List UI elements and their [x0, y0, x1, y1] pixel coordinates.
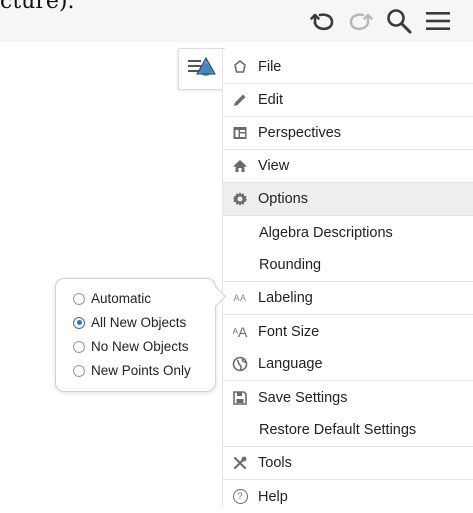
menu-item-edit[interactable]: Edit — [223, 84, 473, 117]
font-size-aa-icon: AA — [232, 323, 248, 340]
undo-icon[interactable] — [307, 6, 337, 36]
menu-item-label: File — [258, 59, 282, 75]
menu-item-label: Algebra Descriptions — [259, 224, 393, 241]
pencil-icon — [229, 90, 251, 110]
menu-item-label: Font Size — [258, 323, 320, 340]
menu-item-tools[interactable]: Tools — [223, 447, 473, 480]
menu-item-label: Edit — [258, 92, 283, 108]
menu-item-labeling[interactable]: AA Labeling — [223, 282, 473, 315]
labeling-popup: Automatic All New Objects No New Objects… — [55, 278, 216, 392]
tools-icon — [229, 453, 251, 473]
menu-item-restore-default-settings[interactable]: Restore Default Settings — [223, 414, 473, 447]
radio-button[interactable] — [73, 292, 85, 305]
view-house-icon — [229, 156, 251, 176]
menu-item-help[interactable]: ? Help — [223, 480, 473, 513]
search-icon[interactable] — [384, 6, 414, 36]
menu-item-language[interactable]: Language — [223, 348, 473, 381]
gear-icon — [229, 189, 251, 209]
radio-label: New Points Only — [91, 363, 191, 378]
menu-item-save-settings[interactable]: Save Settings — [223, 381, 473, 414]
algebra-view-toggle-icon — [186, 55, 218, 84]
menu-item-label: View — [258, 158, 290, 174]
radio-label: Automatic — [91, 291, 152, 306]
radio-button-selected[interactable] — [73, 316, 85, 329]
menu-item-label: Tools — [258, 455, 292, 471]
menu-item-label: Labeling — [258, 290, 313, 306]
hamburger-menu-icon[interactable] — [423, 6, 453, 36]
redo-icon[interactable] — [346, 6, 376, 36]
menu-item-label: Save Settings — [258, 389, 348, 406]
menu-item-label: Options — [258, 191, 308, 207]
radio-button[interactable] — [73, 364, 85, 377]
radio-label: All New Objects — [91, 315, 187, 330]
menu-item-file[interactable]: File — [223, 51, 473, 84]
labeling-option-automatic[interactable]: Automatic — [73, 288, 151, 309]
file-icon — [229, 57, 251, 77]
menu-item-label: Restore Default Settings — [259, 422, 417, 438]
menu-item-rounding[interactable]: Rounding — [223, 249, 473, 282]
algebra-view-toggle-button[interactable] — [178, 48, 225, 90]
help-question-icon: ? — [229, 487, 251, 507]
labeling-option-no-new-objects[interactable]: No New Objects — [73, 336, 189, 357]
menu-item-view[interactable]: View — [223, 150, 473, 183]
main-menu: File Edit Perspectives View Options Alge… — [222, 50, 473, 506]
labeling-aa-icon: AA — [233, 293, 247, 303]
radio-label: No New Objects — [91, 339, 189, 354]
menu-item-font-size[interactable]: AA Font Size — [223, 315, 473, 348]
menu-item-options[interactable]: Options — [223, 183, 473, 216]
menu-item-label: Perspectives — [258, 125, 342, 141]
radio-button[interactable] — [73, 340, 85, 353]
menu-item-perspectives[interactable]: Perspectives — [223, 117, 473, 150]
menu-item-label: Language — [258, 356, 323, 372]
save-disk-icon — [229, 388, 251, 408]
labeling-option-new-points-only[interactable]: New Points Only — [73, 360, 191, 381]
language-globe-icon — [229, 354, 251, 374]
labeling-option-all-new-objects[interactable]: All New Objects — [73, 312, 186, 333]
menu-item-label: Help — [258, 488, 288, 505]
menu-item-algebra-descriptions[interactable]: Algebra Descriptions — [223, 216, 473, 249]
top-caption-text: cture). — [0, 0, 75, 14]
perspectives-icon — [229, 123, 251, 143]
menu-item-label: Rounding — [259, 257, 322, 273]
